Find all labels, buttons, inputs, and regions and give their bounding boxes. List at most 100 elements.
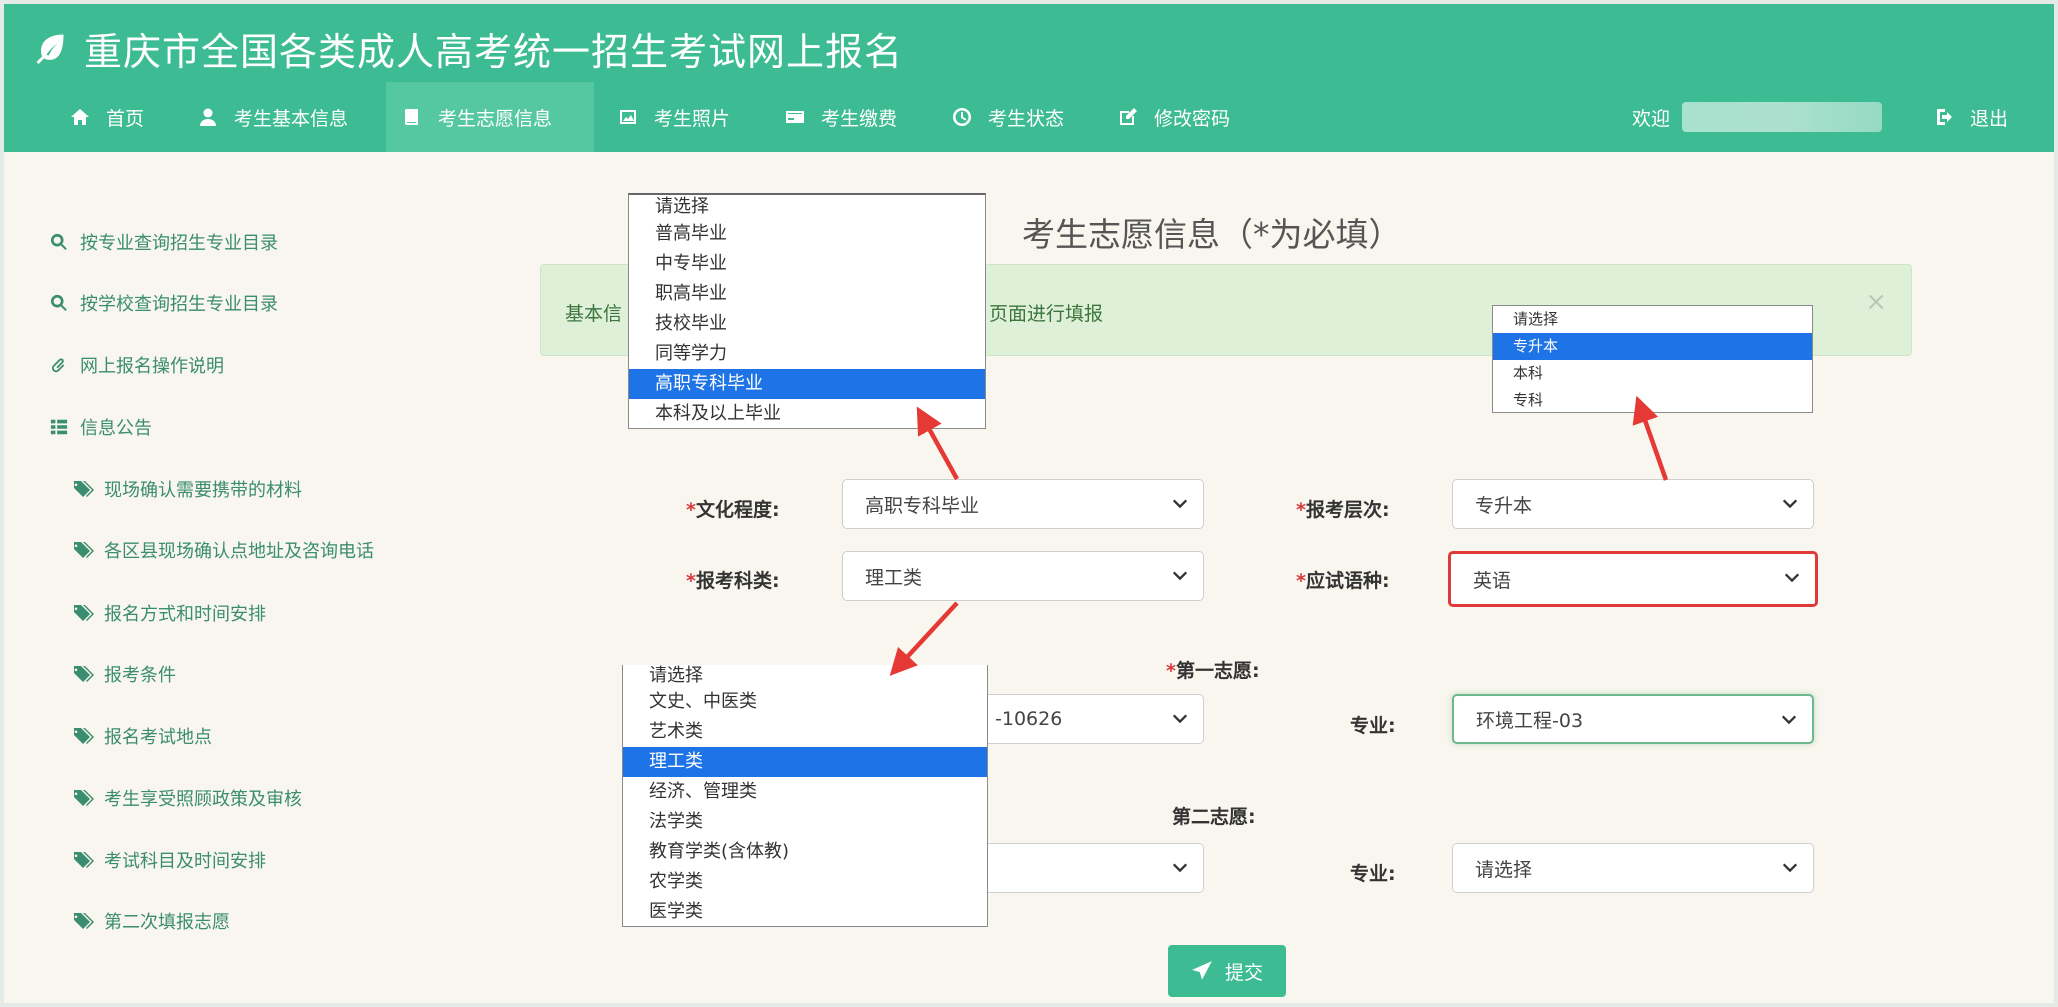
sidebar-notice-label: 各区县现场确认点地址及咨询电话 [104, 541, 374, 562]
dropdown-option[interactable]: 请选择 [1493, 306, 1812, 333]
chevron-down-icon [1782, 499, 1798, 509]
logout-button[interactable]: 退出 [1934, 82, 2008, 152]
nav-home-label: 首页 [106, 107, 145, 130]
alert-text-left: 基本信 [565, 303, 623, 325]
dropdown-option[interactable]: 请选择 [629, 195, 985, 219]
welcome-user: 欢迎 [1632, 82, 1883, 152]
nav-basic-info[interactable]: 考生基本信息 [182, 82, 364, 152]
sidebar-notice-label: 考试科目及时间安排 [104, 851, 266, 872]
subject-dropdown-list: 请选择 文史、中医类 艺术类 理工类 经济、管理类 法学类 教育学类(含体教) … [622, 665, 988, 927]
first-major-select[interactable]: 环境工程-03 [1452, 694, 1814, 744]
dropdown-option-selected[interactable]: 理工类 [623, 747, 987, 777]
clock-icon [953, 108, 971, 126]
language-select-value: 英语 [1473, 569, 1512, 592]
nav-payment[interactable]: 考生缴费 [769, 82, 913, 152]
dropdown-option[interactable]: 中专毕业 [629, 249, 985, 279]
submit-button[interactable]: 提交 [1168, 945, 1286, 997]
sidebar-notice-item[interactable]: 现场确认需要携带的材料 [72, 476, 302, 502]
tags-icon [73, 605, 94, 621]
level-label-text: 报考层次: [1305, 499, 1390, 521]
alert-close-button[interactable]: × [1865, 287, 1887, 317]
second-major-select-value: 请选择 [1475, 858, 1533, 881]
dropdown-option[interactable]: 同等学力 [629, 339, 985, 369]
nav-status[interactable]: 考生状态 [936, 82, 1080, 152]
dropdown-option[interactable]: 本科及以上毕业 [629, 399, 985, 429]
submit-label: 提交 [1224, 961, 1263, 984]
sidebar-notice-item[interactable]: 报名方式和时间安排 [72, 600, 266, 626]
dropdown-option[interactable]: 本科 [1493, 360, 1812, 387]
nav-password[interactable]: 修改密码 [1102, 82, 1246, 152]
required-mark: * [1296, 570, 1306, 592]
sidebar-notice-item[interactable]: 考试科目及时间安排 [72, 847, 266, 873]
sidebar-notice-item[interactable]: 第二次填报志愿 [72, 908, 230, 934]
paperclip-icon [51, 358, 65, 373]
language-label: *应试语种: [1296, 566, 1390, 593]
language-select[interactable]: 英语 [1448, 551, 1818, 607]
dropdown-option[interactable]: 专科 [1493, 387, 1812, 414]
dropdown-option[interactable]: 文史、中医类 [623, 687, 987, 717]
dropdown-option[interactable]: 技校毕业 [629, 309, 985, 339]
sidebar-link-by-major[interactable]: 按专业查询招生专业目录 [50, 229, 278, 255]
list-icon [50, 419, 68, 435]
sidebar-link-by-major-label: 按专业查询招生专业目录 [80, 233, 278, 254]
send-icon [1192, 961, 1212, 980]
nav-payment-label: 考生缴费 [821, 107, 898, 130]
level-dropdown-list: 请选择 专升本 本科 专科 [1492, 305, 1813, 413]
chevron-down-icon [1172, 499, 1188, 509]
sidebar-notice-label: 考生享受照顾政策及审核 [104, 789, 302, 810]
dropdown-option[interactable]: 农学类 [623, 867, 987, 897]
picture-icon [620, 110, 636, 124]
level-select-value: 专升本 [1475, 494, 1533, 517]
sidebar-link-by-school-label: 按学校查询招生专业目录 [80, 294, 278, 315]
dropdown-option[interactable]: 艺术类 [623, 717, 987, 747]
dropdown-option-selected[interactable]: 专升本 [1493, 333, 1812, 360]
culture-select-value: 高职专科毕业 [865, 494, 980, 517]
logout-label: 退出 [1970, 107, 2009, 130]
nav-choice-info[interactable]: 考生志愿信息 [386, 82, 594, 152]
user-icon [200, 108, 216, 126]
second-major-select[interactable]: 请选择 [1452, 843, 1814, 893]
tags-icon [73, 542, 94, 558]
alert-text-right: 页面进行填报 [989, 303, 1104, 325]
nav-photo-label: 考生照片 [654, 107, 731, 130]
dropdown-option[interactable]: 职高毕业 [629, 279, 985, 309]
chevron-down-icon [1784, 573, 1800, 583]
nav-photo[interactable]: 考生照片 [602, 82, 746, 152]
second-choice-label: 第二志愿: [1172, 806, 1256, 828]
dropdown-option[interactable]: 请选择 [623, 665, 987, 687]
book-icon [405, 109, 418, 125]
sidebar-notice-item[interactable]: 各区县现场确认点地址及咨询电话 [72, 537, 374, 563]
subject-label-text: 报考科类: [695, 570, 780, 592]
welcome-text: 欢迎 [1632, 107, 1671, 130]
required-mark: * [1296, 499, 1306, 521]
dropdown-option[interactable]: 普高毕业 [629, 219, 985, 249]
dropdown-option[interactable]: 医学类 [623, 897, 987, 927]
sidebar-link-announcements[interactable]: 信息公告 [50, 414, 152, 440]
first-choice-label-text: 第一志愿: [1175, 660, 1260, 682]
sidebar-notice-item[interactable]: 考生享受照顾政策及审核 [72, 785, 302, 811]
tags-icon [73, 790, 94, 806]
leaf-icon [36, 34, 64, 65]
card-icon [786, 111, 804, 123]
tags-icon [73, 666, 94, 682]
dropdown-option[interactable]: 经济、管理类 [623, 777, 987, 807]
nav-status-label: 考生状态 [988, 107, 1065, 130]
tags-icon [73, 481, 94, 497]
first-major-label: 专业: [1350, 715, 1396, 737]
sidebar-link-instructions[interactable]: 网上报名操作说明 [50, 352, 224, 378]
chevron-down-icon [1782, 863, 1798, 873]
subject-label: *报考科类: [686, 566, 780, 593]
sidebar-notice-item[interactable]: 报考条件 [72, 661, 176, 687]
dropdown-option[interactable]: 教育学类(含体教) [623, 837, 987, 867]
sidebar-link-by-school[interactable]: 按学校查询招生专业目录 [50, 290, 278, 316]
sidebar-notice-item[interactable]: 报名考试地点 [72, 723, 212, 749]
nav-home[interactable]: 首页 [54, 82, 160, 152]
dropdown-option-selected[interactable]: 高职专科毕业 [629, 369, 985, 399]
culture-select[interactable]: 高职专科毕业 [842, 479, 1204, 529]
home-icon [71, 109, 89, 125]
dropdown-option[interactable]: 法学类 [623, 807, 987, 837]
subject-select[interactable]: 理工类 [842, 551, 1204, 601]
nav-basic-info-label: 考生基本信息 [234, 107, 349, 130]
level-select[interactable]: 专升本 [1452, 479, 1814, 529]
first-choice-label: *第一志愿: [1166, 656, 1260, 683]
